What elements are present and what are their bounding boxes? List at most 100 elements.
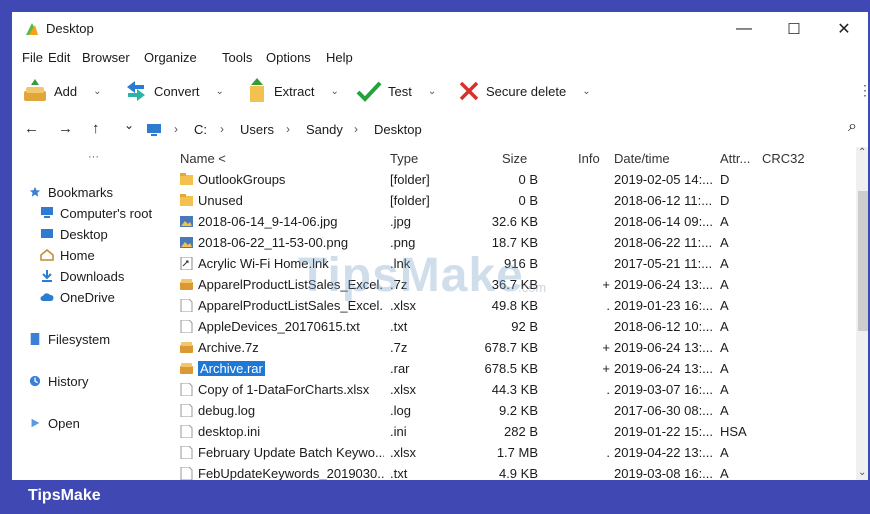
file-datetime: 2019-03-08 16:... [614, 466, 714, 480]
menu-options[interactable]: Options [266, 50, 311, 65]
table-row[interactable]: OutlookGroups [folder] 0 B 2019-02-05 14:..… [174, 169, 854, 190]
file-type: [folder] [390, 172, 430, 187]
clock-icon [29, 375, 41, 387]
chevron-down-icon[interactable]: ⌄ [330, 86, 338, 97]
file-datetime: 2017-06-30 08:... [614, 403, 714, 418]
vertical-scrollbar[interactable]: ⌃ ⌄ [856, 147, 868, 480]
minimize-button[interactable]: — [724, 16, 764, 42]
file-datetime: 2018-06-12 10:... [614, 319, 714, 334]
column-header-attributes[interactable]: Attr... [720, 151, 750, 166]
add-label: Add [54, 83, 78, 99]
file-type-icon [180, 299, 193, 312]
chevron-down-icon[interactable]: ⌄ [216, 86, 224, 97]
cloud-icon [40, 293, 54, 301]
sidebar-item-onedrive[interactable]: OneDrive [40, 287, 115, 307]
chevron-down-icon[interactable]: ⌄ [428, 86, 436, 97]
table-row[interactable]: FebUpdateKeywords_2019030... .txt 4.9 KB 20… [174, 463, 854, 480]
sidebar-item-open[interactable]: Open [28, 413, 80, 433]
chevron-down-icon[interactable]: ⌄ [93, 86, 101, 97]
history-dropdown-icon[interactable]: ⌄ [124, 118, 134, 132]
file-type-icon [180, 467, 193, 480]
file-type-icon [180, 446, 193, 459]
delete-x-icon [459, 81, 479, 101]
file-datetime: 2019-01-22 15:... [614, 424, 714, 439]
menu-file[interactable]: File [22, 50, 43, 65]
add-archive-icon [24, 79, 46, 101]
menu-edit[interactable]: Edit [48, 50, 70, 65]
file-size: 0 B [518, 172, 538, 187]
column-header-type[interactable]: Type [390, 151, 418, 166]
desktop-icon [41, 229, 53, 238]
up-arrow-icon[interactable]: ↑ [92, 120, 100, 137]
sidebar-item-home[interactable]: Home [40, 245, 95, 265]
column-header-size[interactable]: Size [502, 151, 527, 166]
table-row[interactable]: February Update Batch Keywo... .xlsx 1.7 M… [174, 442, 854, 463]
sidebar-item-label: Open [48, 415, 80, 431]
column-header-name[interactable]: Name < [180, 151, 226, 166]
table-row[interactable]: 2018-06-14_9-14-06.jpg .jpg 32.6 KB 2018-06… [174, 211, 854, 232]
search-icon[interactable]: ⌕ [848, 118, 857, 136]
more-options-icon[interactable]: ⋮ [858, 82, 868, 99]
add-button[interactable]: Add ⌄ [22, 74, 102, 108]
maximize-button[interactable]: ☐ [774, 16, 814, 42]
file-attributes: A [720, 466, 729, 480]
breadcrumb-sandy[interactable]: Sandy [306, 122, 343, 137]
column-header-info[interactable]: Info [578, 151, 600, 166]
file-attributes: A [720, 298, 729, 313]
scroll-down-icon[interactable]: ⌄ [858, 467, 866, 478]
file-type-icon [180, 279, 193, 290]
breadcrumb-users[interactable]: Users [240, 122, 274, 137]
sidebar-item-bookmarks[interactable]: Bookmarks [28, 182, 113, 202]
sidebar-more[interactable]: ··· [88, 151, 99, 163]
table-row[interactable]: desktop.ini .ini 282 B 2019-01-22 15:... HSA [174, 421, 854, 442]
menu-tools[interactable]: Tools [222, 50, 252, 65]
file-size: 0 B [518, 193, 538, 208]
file-type: .xlsx [390, 382, 416, 397]
computer-icon [41, 207, 53, 218]
table-row[interactable]: Unused [folder] 0 B 2018-06-12 11:... D [174, 190, 854, 211]
table-row[interactable]: debug.log .log 9.2 KB 2017-06-30 08:... A [174, 400, 854, 421]
sidebar-item-downloads[interactable]: Downloads [40, 266, 124, 286]
file-name: February Update Batch Keywo... [198, 445, 384, 460]
scrollbar-thumb[interactable] [858, 191, 868, 331]
breadcrumb-separator: › [220, 122, 224, 136]
back-arrow-icon[interactable]: ← [24, 120, 39, 137]
column-header-crc32[interactable]: CRC32 [762, 151, 805, 166]
column-header-datetime[interactable]: Date/time [614, 151, 670, 166]
breadcrumb-c-drive[interactable]: C: [194, 122, 207, 137]
secure-delete-button[interactable]: Secure delete ⌄ [458, 74, 591, 108]
menu-browser[interactable]: Browser [82, 50, 130, 65]
sidebar-item-filesystem[interactable]: Filesystem [28, 329, 110, 349]
forward-arrow-icon[interactable]: → [58, 120, 73, 137]
file-size: 1.7 MB [496, 445, 538, 460]
table-row[interactable]: AppleDevices_20170615.txt .txt 92 B 2018-06… [174, 316, 854, 337]
file-type-icon [180, 320, 193, 333]
file-type: .txt [390, 319, 408, 334]
extract-button[interactable]: Extract ⌄ [246, 74, 339, 108]
sidebar-item-label: Filesystem [48, 331, 111, 347]
file-name: AppleDevices_20170615.txt [198, 319, 360, 334]
convert-button[interactable]: Convert ⌄ [124, 74, 224, 108]
file-attributes: A [720, 319, 729, 334]
secure-delete-label: Secure delete [486, 83, 567, 99]
table-row[interactable]: Archive.rar .rar 678.5 KB +2019-06-24 13:..… [174, 358, 854, 379]
table-row[interactable]: Copy of 1-DataForCharts.xlsx .xlsx 44.3 KB… [174, 379, 854, 400]
window-title: Desktop [46, 21, 94, 36]
table-row[interactable]: Archive.7z .7z 678.7 KB +2019-06-24 13:... A [174, 337, 854, 358]
close-button[interactable]: ✕ [824, 16, 864, 42]
file-type-icon [180, 216, 193, 227]
checkmark-icon [356, 81, 382, 102]
test-button[interactable]: Test ⌄ [356, 74, 436, 108]
menu-help[interactable]: Help [326, 50, 353, 65]
sidebar-item-computers-root[interactable]: Computer's root [40, 203, 152, 223]
menu-organize[interactable]: Organize [144, 50, 197, 65]
file-size: 4.9 KB [498, 466, 538, 480]
scroll-up-icon[interactable]: ⌃ [858, 147, 866, 158]
breadcrumb-desktop[interactable]: Desktop [374, 122, 422, 137]
app-logo-icon [26, 23, 38, 35]
sidebar-item-desktop[interactable]: Desktop [40, 224, 108, 244]
chevron-down-icon[interactable]: ⌄ [582, 86, 590, 97]
file-datetime: 2018-06-22 11:... [614, 235, 713, 250]
sidebar-item-history[interactable]: History [28, 371, 88, 391]
file-type: .rar [390, 361, 410, 376]
